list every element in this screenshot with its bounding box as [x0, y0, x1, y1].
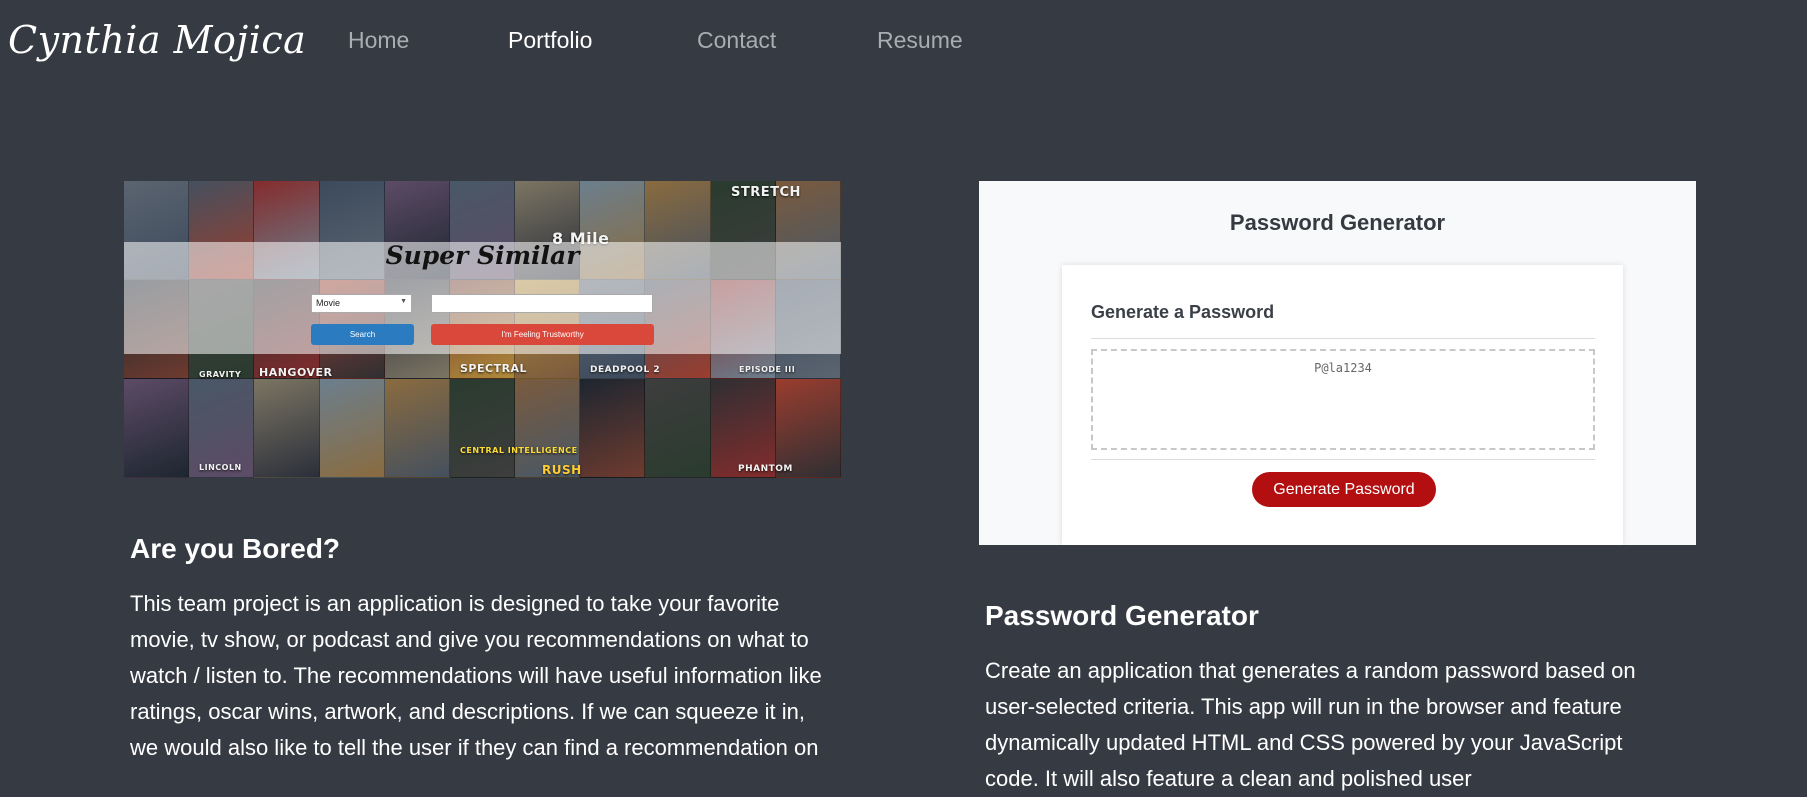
project-screenshot-super-similar[interactable]: 8 Mile SPECTRAL HANGOVER GRAVITY STRETCH…	[124, 181, 841, 478]
poster-text: PHANTOM	[738, 464, 793, 474]
project-description: This team project is an application is d…	[130, 591, 822, 760]
nav-link-portfolio[interactable]: Portfolio	[508, 27, 592, 54]
nav-link-home[interactable]: Home	[348, 27, 409, 54]
search-button[interactable]: Search	[311, 324, 414, 345]
brand-logo[interactable]: Cynthia Mojica	[8, 18, 306, 62]
top-nav: Cynthia Mojica Home Portfolio Contact Re…	[0, 0, 1807, 82]
poster-text: GRAVITY	[199, 370, 242, 379]
title-search-input[interactable]	[431, 294, 653, 313]
divider	[1091, 459, 1595, 460]
feeling-trustworthy-button[interactable]: I'm Feeling Trustworthy	[431, 324, 654, 345]
movie-poster	[645, 379, 711, 478]
movie-poster	[449, 379, 516, 478]
app-title: Super Similar	[385, 241, 580, 270]
project-description: Create an application that generates a r…	[985, 658, 1636, 791]
poster-text: RUSH	[542, 463, 582, 477]
password-card: Generate a Password P@la1234 Generate Pa…	[1062, 265, 1623, 545]
poster-text: EPISODE III	[739, 365, 796, 374]
poster-text: LINCOLN	[199, 463, 242, 472]
project-title: Are you Bored?	[130, 533, 341, 564]
poster-text: HANGOVER	[259, 366, 333, 379]
poster-text: DEADPOOL 2	[590, 365, 661, 375]
password-output[interactable]: P@la1234	[1091, 349, 1595, 450]
poster-text: CENTRAL INTELLIGENCE	[460, 446, 578, 455]
project-screenshot-password-generator[interactable]: Password Generator Generate a Password P…	[979, 181, 1696, 545]
select-value: Movie	[316, 298, 341, 308]
chevron-down-icon: ▼	[400, 298, 407, 305]
movie-poster	[124, 379, 190, 478]
poster-text: SPECTRAL	[460, 362, 528, 375]
movie-poster	[254, 379, 320, 478]
nav-link-resume[interactable]: Resume	[877, 27, 963, 54]
divider	[1091, 338, 1595, 339]
movie-poster	[319, 379, 385, 478]
media-type-select[interactable]: Movie ▼	[311, 294, 412, 313]
app-title: Password Generator	[1229, 210, 1446, 235]
generate-password-button[interactable]: Generate Password	[1252, 472, 1436, 507]
movie-poster	[580, 379, 646, 478]
movie-poster	[384, 379, 450, 478]
poster-text: STRETCH	[731, 185, 801, 200]
nav-link-contact[interactable]: Contact	[697, 27, 776, 54]
project-title: Password Generator	[985, 600, 1259, 631]
card-heading: Generate a Password	[1091, 302, 1275, 322]
